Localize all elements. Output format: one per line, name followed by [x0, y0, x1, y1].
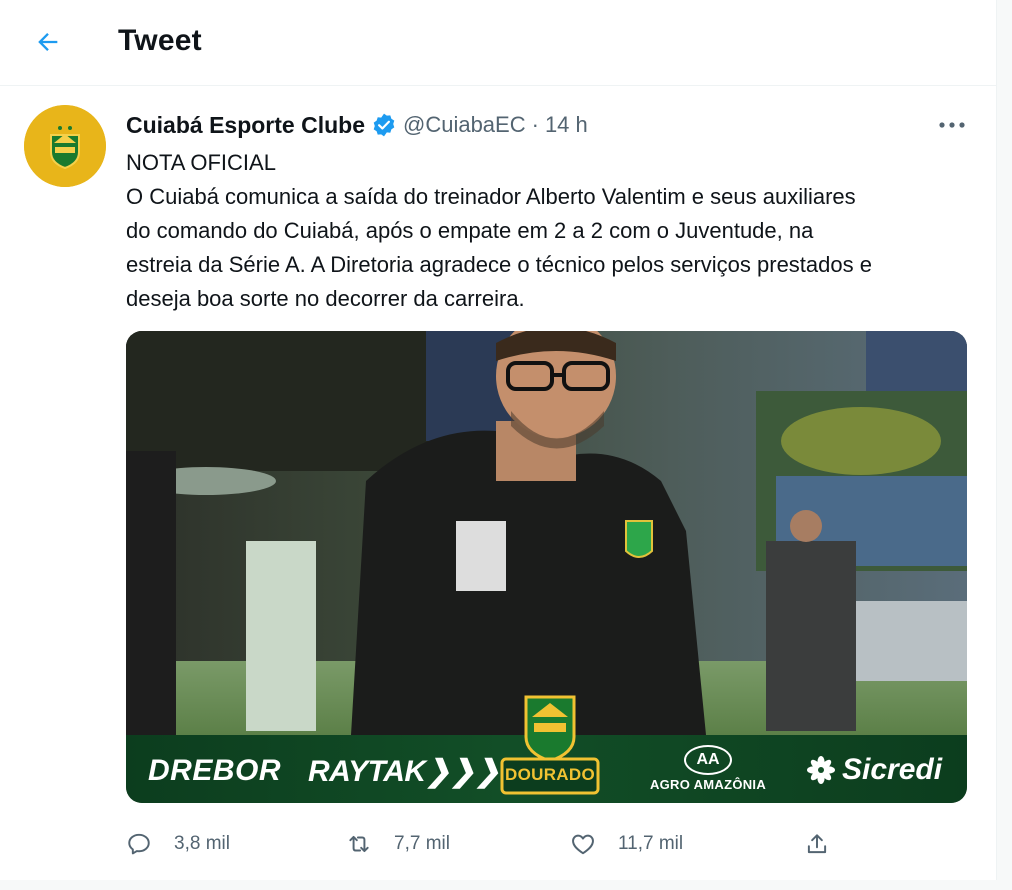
arrow-left-icon [38, 33, 58, 51]
share-icon [807, 834, 827, 854]
share-button[interactable] [804, 826, 830, 862]
more-options-button[interactable] [934, 110, 970, 140]
tweet-text-line: O Cuiabá comunica a saída do treinador A… [126, 184, 856, 209]
retweet-count: 7,7 mil [394, 833, 450, 854]
tweet-text-line: deseja boa sorte no decorrer da carreira… [126, 286, 525, 311]
tweet-text-line: NOTA OFICIAL [126, 150, 276, 175]
reply-button[interactable]: 3,8 mil [126, 826, 230, 862]
like-button[interactable]: 11,7 mil [570, 826, 683, 862]
sponsor-raytak-text: RAYTAK [308, 755, 426, 788]
tweet-detail-panel: Tweet Cuiabá Esporte Clube @CuiabaEC · 1… [0, 0, 997, 880]
page-title: Tweet [118, 24, 202, 57]
tweet-text-line: do comando do Cuiabá, após o empate em 2… [126, 218, 814, 243]
tweet-action-bar: 3,8 mil 7,7 mil 11,7 mil [126, 826, 846, 862]
tweet-text: NOTA OFICIAL O Cuiabá comunica a saída d… [126, 146, 976, 316]
tweet-text-line: estreia da Série A. A Diretoria agradece… [126, 252, 872, 277]
sponsor-agro-amazonia-logo: AA AGRO AMAZÔNIA [648, 745, 768, 792]
dourado-label: DOURADO [505, 765, 595, 784]
coach-photo [126, 331, 967, 735]
back-button[interactable] [28, 22, 68, 62]
heart-icon [572, 834, 594, 855]
avatar[interactable] [24, 105, 106, 187]
agro-amazonia-mark: AA [684, 745, 732, 775]
more-horizontal-icon [939, 122, 965, 128]
agro-amazonia-label: AGRO AMAZÔNIA [649, 777, 767, 792]
sponsor-drebor-logo: DREBOR [148, 754, 282, 787]
reply-count: 3,8 mil [174, 833, 230, 854]
sicredi-flower-icon [807, 756, 835, 784]
reply-icon [128, 833, 150, 855]
tweet-timestamp[interactable]: 14 h [545, 112, 588, 138]
tweet-media-photo[interactable]: DREBOR RAYTAK❯❯❯❯ AA AGRO AMAZÔNIA Sicre… [126, 331, 967, 803]
retweet-button[interactable]: 7,7 mil [346, 826, 450, 862]
verified-badge-icon [373, 113, 395, 137]
retweet-icon [349, 835, 369, 853]
sicredi-label: Sicredi [842, 753, 943, 786]
sponsor-sicredi-logo: Sicredi [806, 753, 942, 787]
author-display-name[interactable]: Cuiabá Esporte Clube [126, 112, 365, 139]
separator-dot: · [531, 112, 539, 137]
author-handle[interactable]: @CuiabaEC [403, 112, 526, 138]
tweet-author-row: Cuiabá Esporte Clube @CuiabaEC · 14 h [126, 110, 588, 140]
sponsor-raytak-logo: RAYTAK❯❯❯❯ [308, 754, 525, 789]
like-count: 11,7 mil [618, 833, 684, 854]
page-header: Tweet [0, 0, 997, 86]
club-crest-icon [24, 105, 106, 187]
